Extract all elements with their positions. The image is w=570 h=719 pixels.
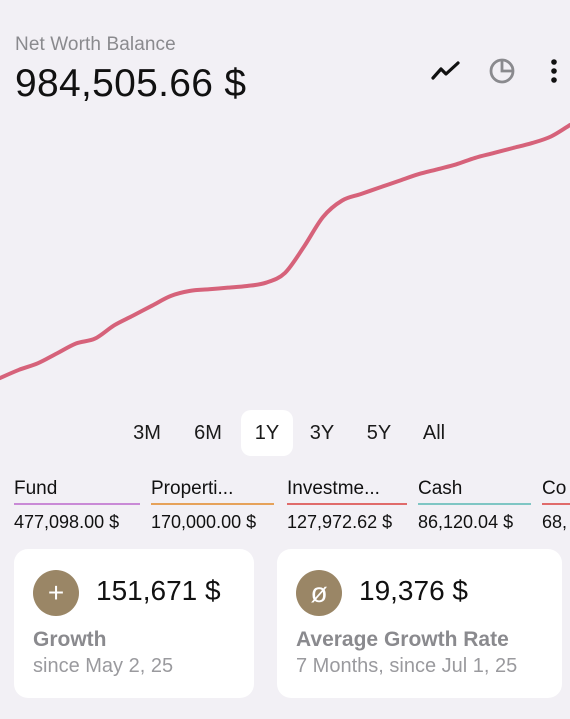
time-range-selector: 3M 6M 1Y 3Y 5Y All [0,410,570,456]
category-name: Properti... [151,478,234,499]
average-growth-amount: 19,376 $ [359,575,468,606]
category-value: 477,098.00 $ [14,512,120,532]
average-growth-title: Average Growth Rate [296,628,509,651]
category-color-line [287,503,407,505]
category-investments[interactable]: Investme... 127,972.62 $ [287,476,407,536]
header: Net Worth Balance 984,505.66 $ [15,34,246,106]
range-5y[interactable]: 5Y [353,410,405,456]
pie-chart-icon[interactable] [486,56,518,86]
category-cash[interactable]: Cash 86,120.04 $ [418,476,531,536]
net-worth-series-line [0,123,570,380]
range-all[interactable]: All [408,410,460,456]
range-3y[interactable]: 3Y [296,410,348,456]
average-icon: ø [296,570,342,616]
category-fund[interactable]: Fund 477,098.00 $ [14,476,140,536]
chart-toolbar [430,56,570,86]
category-name: Investme... [287,478,380,499]
category-value: 68, [542,512,568,532]
category-color-line [14,503,140,505]
growth-amount: 151,671 $ [96,575,221,606]
average-growth-rate-card[interactable]: ø 19,376 $ Average Growth Rate 7 Months,… [277,549,562,698]
category-name: Fund [14,478,58,499]
growth-card[interactable]: + 151,671 $ Growth since May 2, 25 [14,549,254,698]
category-value: 86,120.04 $ [418,512,514,532]
net-worth-line-chart [0,123,570,380]
category-value: 127,972.62 $ [287,512,393,532]
range-6m[interactable]: 6M [182,410,234,456]
category-list: Fund 477,098.00 $ Properti... 170,000.00… [0,476,570,536]
category-color-line [151,503,274,505]
more-vertical-icon[interactable] [538,56,570,86]
range-1y[interactable]: 1Y [241,410,293,456]
category-color-line [542,503,570,505]
average-growth-since: 7 Months, since Jul 1, 25 [296,655,518,677]
line-chart-icon[interactable] [430,56,462,86]
category-value: 170,000.00 $ [151,512,257,532]
category-properties[interactable]: Properti... 170,000.00 $ [151,476,274,536]
range-3m[interactable]: 3M [121,410,173,456]
category-name: Cash [418,478,463,499]
category-name: Co [542,478,567,499]
growth-since: since May 2, 25 [33,655,174,677]
plus-icon: + [33,570,79,616]
category-truncated[interactable]: Co 68, [542,476,570,536]
category-color-line [418,503,531,505]
page-subtitle: Net Worth Balance [15,34,176,55]
growth-title: Growth [33,628,107,651]
